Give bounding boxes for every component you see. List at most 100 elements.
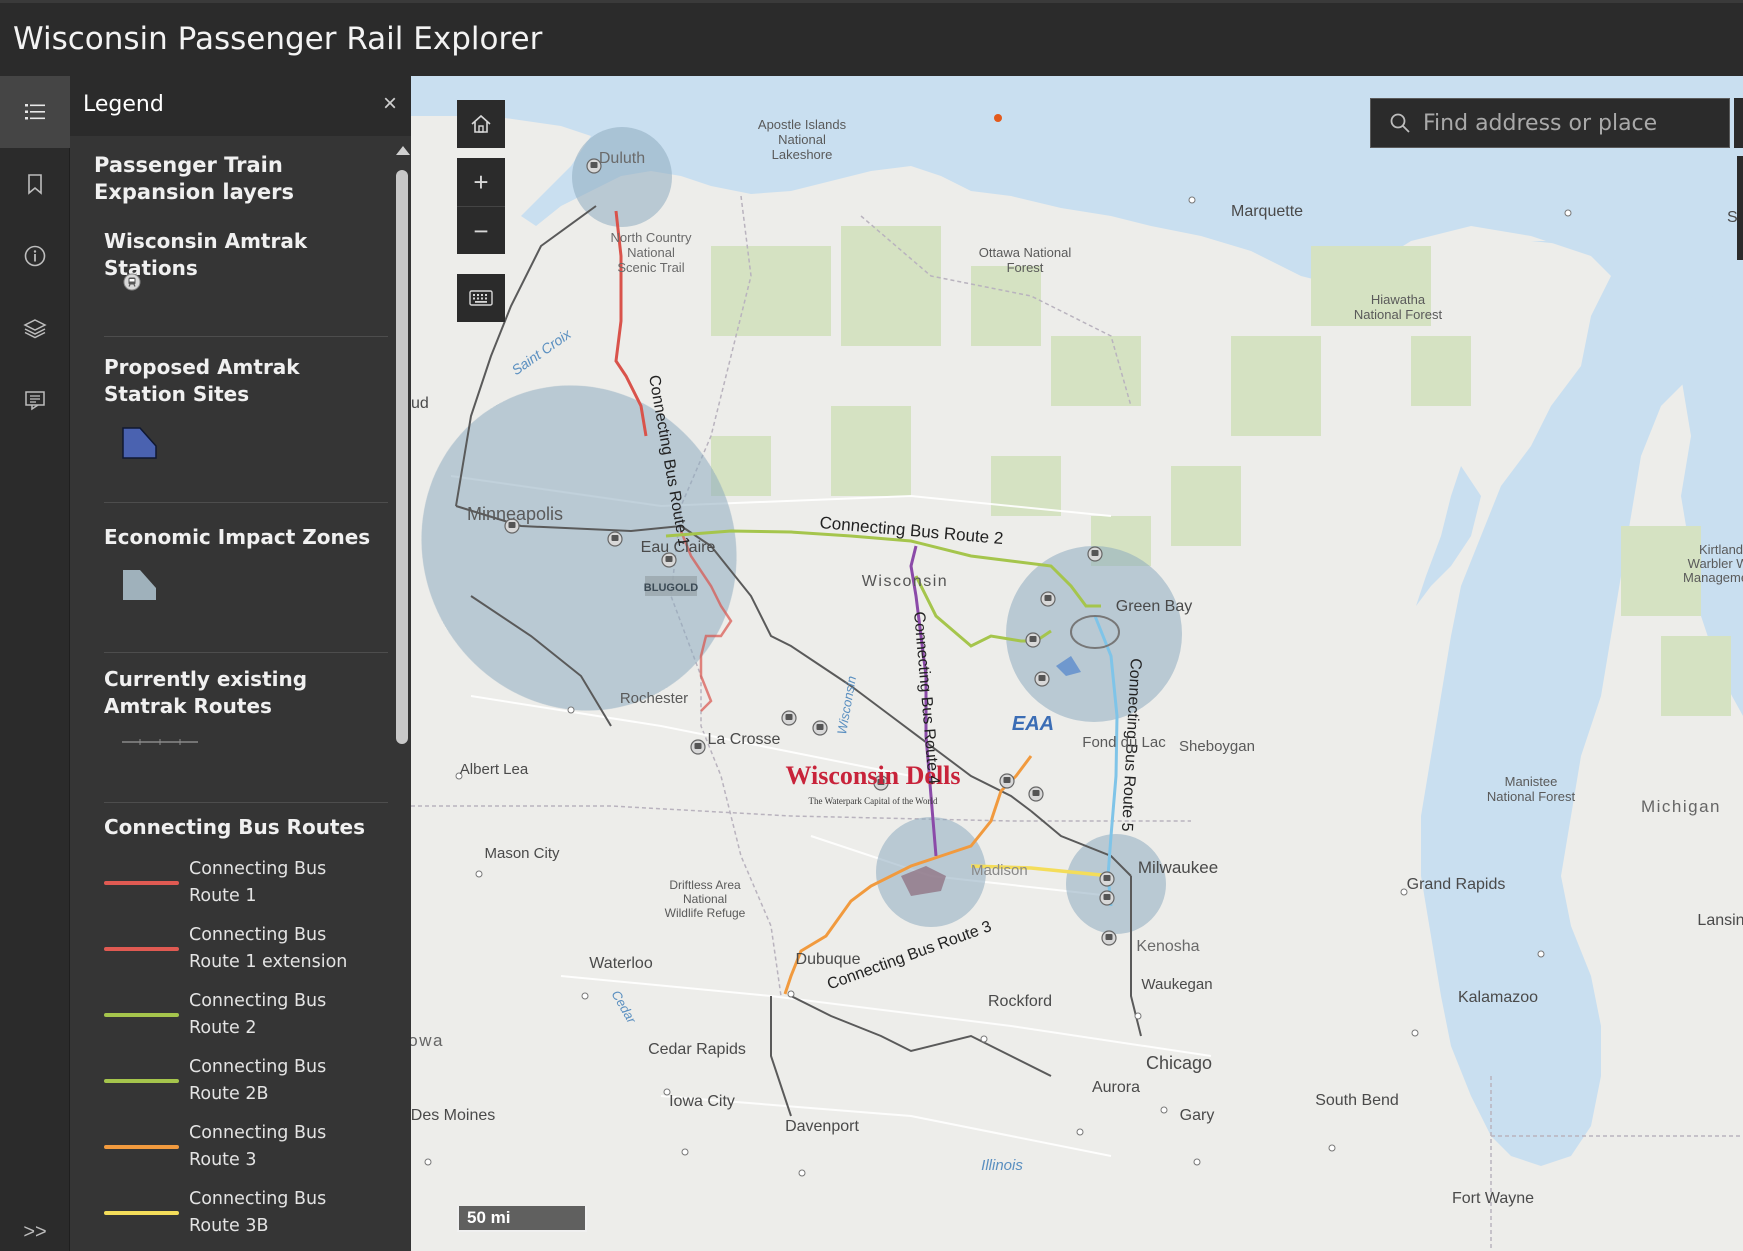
map-side-widget[interactable] xyxy=(1737,156,1743,260)
legend-scrollbar[interactable] xyxy=(396,146,410,1251)
legend-bus-route-3: Connecting Bus Route 3 xyxy=(104,1120,359,1174)
svg-text:Saint Croix: Saint Croix xyxy=(509,325,575,378)
legend-bus-route-2b: Connecting Bus Route 2B xyxy=(104,1054,359,1108)
scroll-up-arrow-icon[interactable] xyxy=(396,146,410,155)
legend-panel: Legend × Passenger Train Expansion layer… xyxy=(70,76,411,1251)
svg-text:Fond du Lac: Fond du Lac xyxy=(1082,734,1166,751)
route-3b-swatch xyxy=(104,1211,179,1215)
svg-text:The Waterpark Capital of the W: The Waterpark Capital of the World xyxy=(809,796,938,806)
action-bar: >> xyxy=(0,76,70,1251)
svg-text:Mason City: Mason City xyxy=(484,845,560,862)
section-title: Connecting Bus Routes xyxy=(104,815,366,839)
svg-text:Illinois: Illinois xyxy=(981,1157,1023,1174)
svg-text:Fort Wayne: Fort Wayne xyxy=(1452,1190,1534,1207)
legend-action[interactable] xyxy=(0,76,70,148)
svg-text:Waterloo: Waterloo xyxy=(589,955,653,972)
section-title: Wisconsin Amtrak Stations xyxy=(104,229,308,280)
section-title: Proposed Amtrak Station Sites xyxy=(104,355,300,406)
expand-action-bar-button[interactable]: >> xyxy=(20,1217,50,1247)
svg-text:Grand Rapids: Grand Rapids xyxy=(1407,876,1506,893)
home-button[interactable] xyxy=(457,100,505,148)
app-title: Wisconsin Passenger Rail Explorer xyxy=(13,21,543,57)
legend-divider xyxy=(104,502,388,503)
svg-text:Driftless AreaNationalWildlife: Driftless Area National Wildlife Refuge xyxy=(665,878,746,920)
route-label: Connecting Bus Route 2B xyxy=(189,1057,327,1104)
legend-section-proposed-sites: Proposed Amtrak Station Sites xyxy=(104,354,388,504)
svg-text:EAA: EAA xyxy=(1012,713,1054,735)
eaa-logo: EAA xyxy=(1012,713,1054,735)
route-1-extension-swatch xyxy=(104,947,179,951)
basemap: BLUGOLD Wisconsin Dells The Waterpark Ca… xyxy=(411,76,1743,1251)
zoom-out-button[interactable]: − xyxy=(457,206,505,254)
svg-text:Connecting Bus Route 2: Connecting Bus Route 2 xyxy=(819,513,1004,548)
svg-text:Gary: Gary xyxy=(1180,1107,1215,1124)
svg-text:Connecting Bus Route 4: Connecting Bus Route 4 xyxy=(910,611,942,785)
svg-text:Kalamazoo: Kalamazoo xyxy=(1458,989,1538,1006)
route-label: Connecting Bus Route 1 extension xyxy=(189,925,348,972)
svg-text:Aurora: Aurora xyxy=(1092,1079,1140,1096)
zoom-in-button[interactable]: + xyxy=(457,158,505,206)
svg-text:ud: ud xyxy=(411,395,429,412)
svg-text:Wisconsin: Wisconsin xyxy=(862,573,948,590)
scroll-thumb[interactable] xyxy=(396,170,408,744)
svg-text:Cedar: Cedar xyxy=(609,988,640,1027)
svg-text:Rockford: Rockford xyxy=(988,993,1052,1010)
route-3-swatch xyxy=(104,1145,179,1149)
legend-divider xyxy=(104,802,388,803)
svg-text:Marquette: Marquette xyxy=(1231,203,1303,220)
basemap-icon xyxy=(25,391,45,411)
bookmarks-action[interactable] xyxy=(0,148,70,220)
svg-text:BLUGOLD: BLUGOLD xyxy=(644,582,698,594)
svg-text:La Crosse: La Crosse xyxy=(708,731,781,748)
keyboard-button[interactable] xyxy=(457,274,505,322)
close-icon[interactable]: × xyxy=(383,92,397,116)
svg-text:Kenosha: Kenosha xyxy=(1136,938,1199,955)
route-2-swatch xyxy=(104,1013,179,1017)
scale-bar-label: 50 mi xyxy=(467,1208,511,1227)
legend-bus-route-1: Connecting Bus Route 1 xyxy=(104,856,359,910)
proposed-site-swatch xyxy=(122,427,157,459)
svg-text:Des Moines: Des Moines xyxy=(411,1107,495,1124)
search-input[interactable] xyxy=(1423,110,1713,136)
svg-text:Sheboygan: Sheboygan xyxy=(1179,738,1255,755)
minus-icon: − xyxy=(473,215,489,246)
layers-icon xyxy=(23,319,47,339)
legend-panel-header: Legend × xyxy=(70,76,411,136)
svg-text:Waukegan: Waukegan xyxy=(1141,976,1212,993)
route-label: Connecting Bus Route 3B xyxy=(189,1189,327,1236)
svg-text:Lansin: Lansin xyxy=(1697,912,1743,929)
section-title: Currently existing Amtrak Routes xyxy=(104,667,308,718)
about-action[interactable] xyxy=(0,220,70,292)
svg-text:Iowa: Iowa xyxy=(411,1031,444,1050)
route-label: Connecting Bus Route 3 xyxy=(189,1123,327,1170)
plus-icon: + xyxy=(473,167,489,197)
info-icon xyxy=(24,245,46,267)
legend-bus-route-2: Connecting Bus Route 2 xyxy=(104,988,359,1042)
legend-section-impact-zones: Economic Impact Zones xyxy=(104,524,388,654)
svg-text:Madison: Madison xyxy=(971,862,1028,879)
basemaps-action[interactable] xyxy=(0,364,70,436)
legend-divider xyxy=(104,652,388,653)
svg-text:Dubuque: Dubuque xyxy=(796,951,861,968)
layers-action[interactable] xyxy=(0,292,70,364)
legend-group-title: Passenger Train Expansion layers xyxy=(94,153,294,204)
map-view[interactable]: BLUGOLD Wisconsin Dells The Waterpark Ca… xyxy=(411,76,1743,1251)
legend-divider xyxy=(104,336,388,337)
search-widget[interactable] xyxy=(1370,98,1730,148)
svg-text:Davenport: Davenport xyxy=(785,1118,859,1135)
legend-bus-route-1-extension: Connecting Bus Route 1 extension xyxy=(104,922,359,976)
home-icon xyxy=(471,114,491,133)
app-header: Wisconsin Passenger Rail Explorer xyxy=(0,0,1743,76)
route-label: Connecting Bus Route 2 xyxy=(189,991,327,1038)
svg-text:North CountryNationalScenic Tr: North Country National Scenic Trail xyxy=(611,230,692,275)
svg-text:Michigan: Michigan xyxy=(1641,797,1721,816)
legend-body[interactable]: Passenger Train Expansion layers Wiscons… xyxy=(70,136,411,1251)
point-marker xyxy=(994,114,1002,122)
existing-route-swatch xyxy=(122,739,198,745)
bookmark-icon xyxy=(28,174,42,195)
search-side-button[interactable] xyxy=(1734,98,1743,148)
impact-zone-swatch xyxy=(123,570,156,600)
route-2b-swatch xyxy=(104,1079,179,1083)
route-1-swatch xyxy=(104,881,179,885)
svg-text:Milwaukee: Milwaukee xyxy=(1138,858,1218,877)
